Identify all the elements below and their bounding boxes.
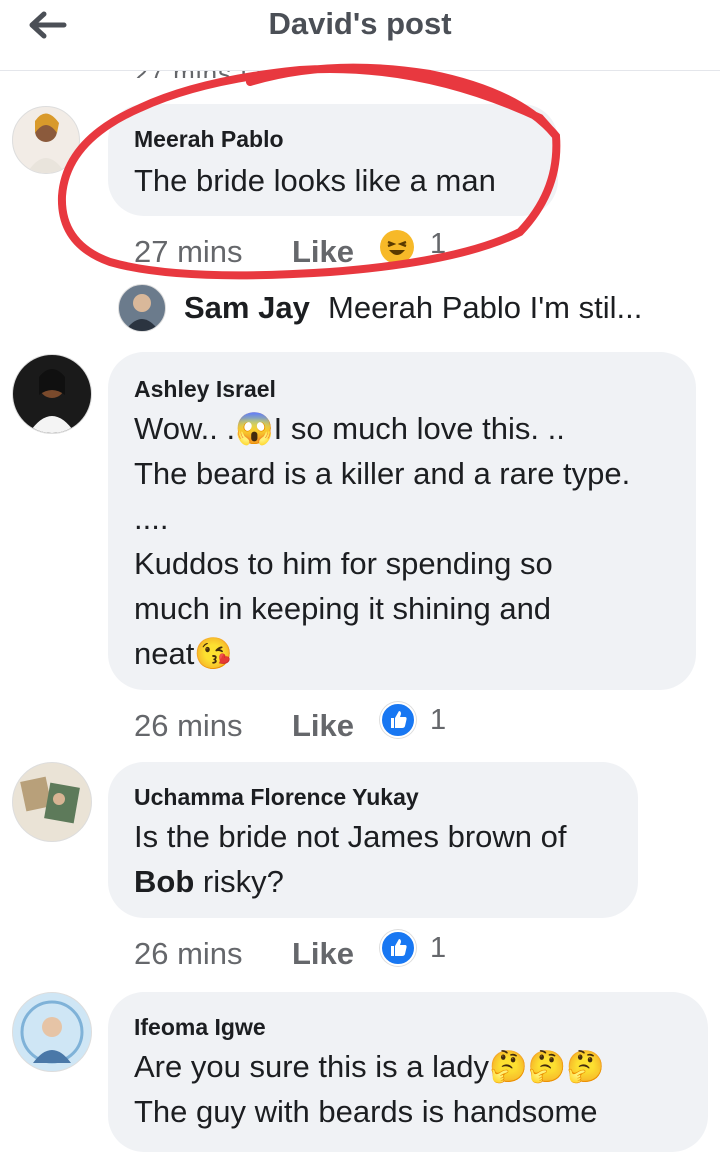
comment-author[interactable]: Uchamma Florence Yukay [134, 784, 419, 811]
comment-text: The bride looks like a man [134, 163, 496, 198]
comment-bubble: Ifeoma Igwe Are you sure this is a lady🤔… [108, 992, 708, 1152]
reply-author[interactable]: Sam Jay [184, 290, 310, 326]
reply-preview[interactable]: Sam Jay Meerah Pablo I'm stil... [118, 282, 698, 332]
comment-author[interactable]: Meerah Pablo [134, 126, 284, 153]
like-button[interactable]: Like [292, 708, 354, 744]
avatar[interactable] [12, 354, 92, 434]
app-header: David's post [0, 0, 720, 71]
laughing-emoji-icon [380, 230, 414, 264]
comment-author[interactable]: Ashley Israel [134, 376, 276, 403]
comment-text: Are you sure this is a lady🤔🤔🤔 The guy w… [134, 1049, 605, 1129]
reaction-count[interactable]: 1 [430, 704, 446, 737]
comment-author[interactable]: Ifeoma Igwe [134, 1014, 266, 1041]
comment-time: 26 mins [134, 708, 243, 743]
page-title: David's post [268, 6, 452, 41]
like-button[interactable]: Like [292, 936, 354, 972]
avatar[interactable] [12, 762, 92, 842]
comment-time: 27 mins [134, 234, 243, 269]
reply-text: Meerah Pablo I'm stil... [328, 290, 643, 325]
avatar [118, 284, 166, 332]
reaction-count[interactable]: 1 [430, 228, 446, 261]
thumbs-up-icon [380, 702, 416, 738]
comment-text: Wow.. .😱I so much love this. .. The bear… [134, 411, 631, 671]
avatar[interactable] [12, 106, 80, 174]
bold-word: Bob [134, 864, 195, 899]
reaction-count[interactable]: 1 [430, 932, 446, 965]
like-button[interactable]: Like [292, 234, 354, 270]
comment-bubble: Uchamma Florence Yukay Is the bride not … [108, 762, 638, 918]
comment-bubble: Ashley Israel Wow.. .😱I so much love thi… [108, 352, 696, 690]
comment-time: 26 mins [134, 936, 243, 971]
comment-bubble: Meerah Pablo The bride looks like a man [108, 104, 558, 216]
avatar[interactable] [12, 992, 92, 1072]
thumbs-up-icon [380, 930, 416, 966]
comment-text: Is the bride not James brown of Bob risk… [134, 819, 567, 899]
